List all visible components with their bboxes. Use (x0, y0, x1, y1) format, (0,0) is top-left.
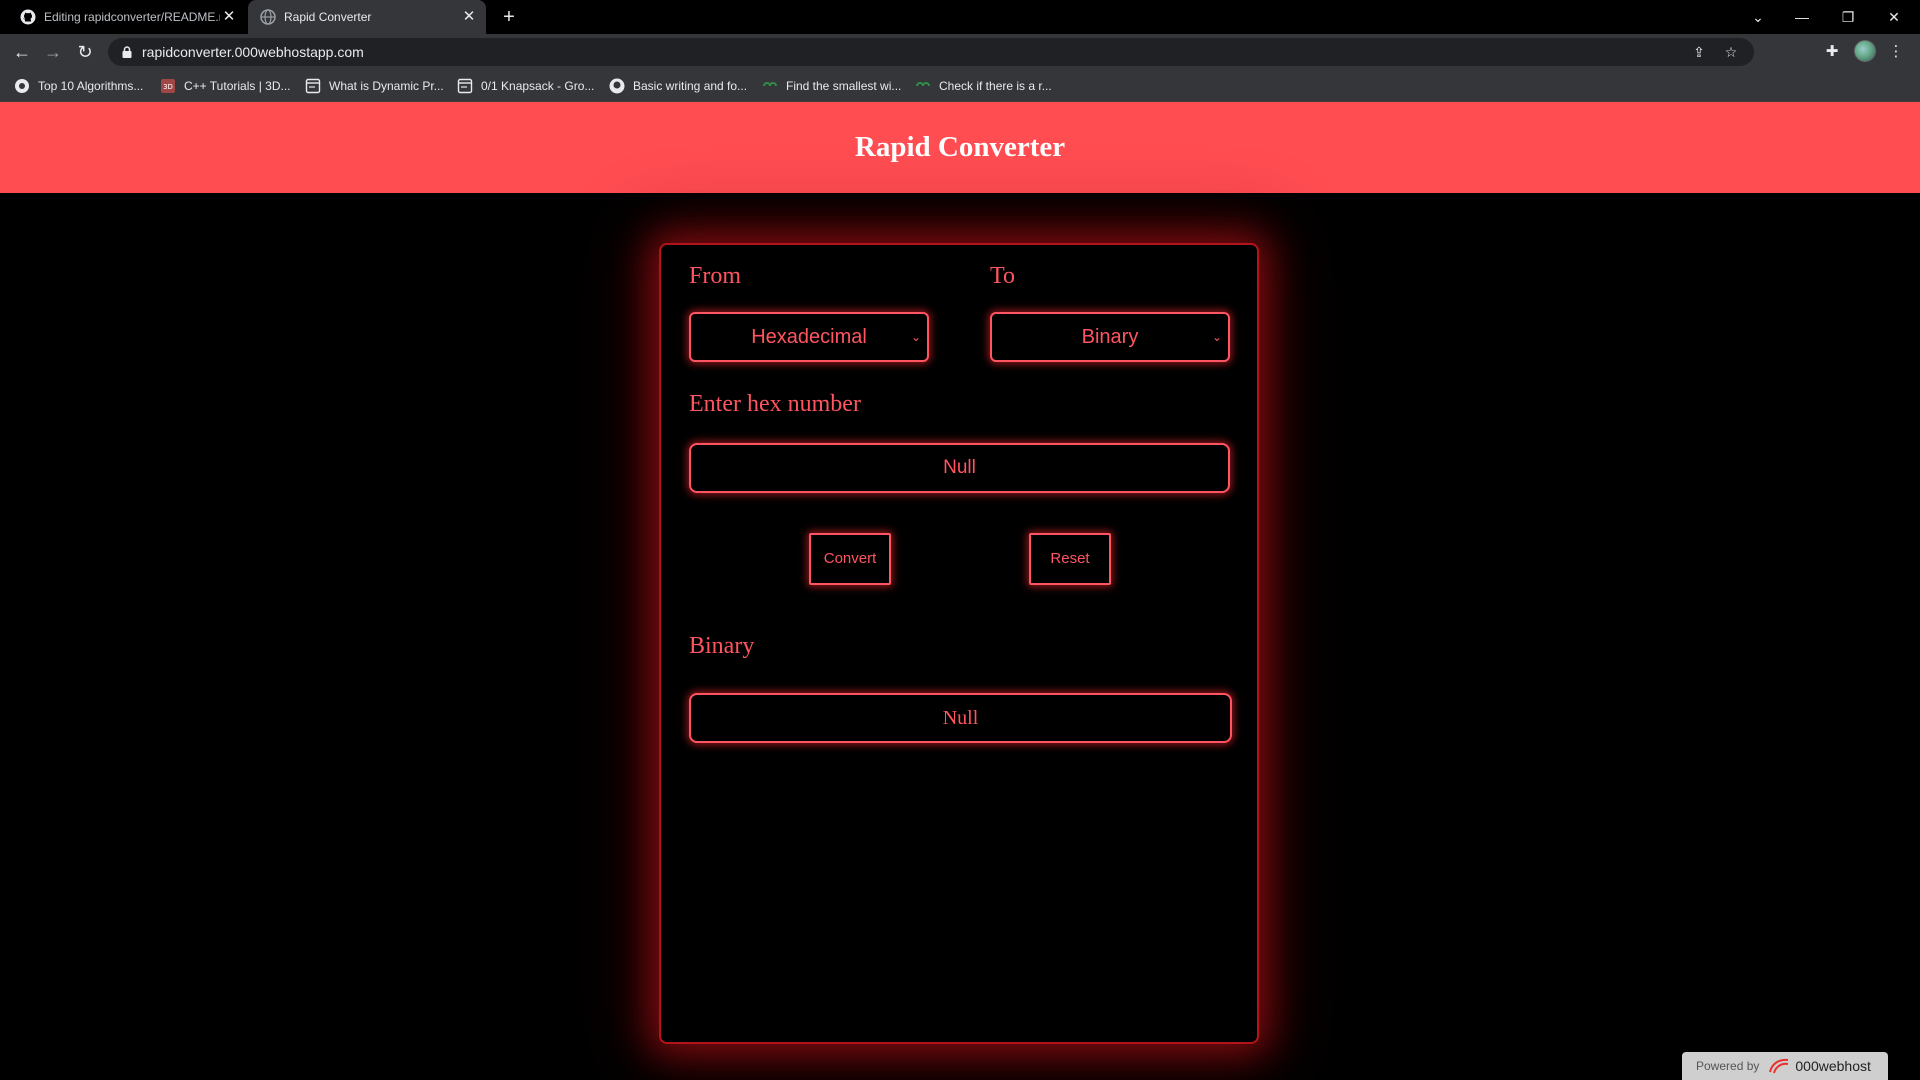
powered-by-badge[interactable]: Powered by 000webhost (1682, 1052, 1888, 1080)
profile-avatar[interactable] (1854, 40, 1876, 62)
url-text: rapidconverter.000webhostapp.com (142, 44, 364, 60)
powered-by-text: Powered by (1696, 1059, 1760, 1073)
chevron-down-icon: ⌄ (910, 330, 921, 344)
tab-github-readme[interactable]: Editing rapidconverter/README.md ✕ (8, 0, 246, 34)
hex-number-input[interactable]: Null (689, 443, 1230, 493)
bookmark-label: Check if there is a r... (939, 79, 1052, 93)
github-icon (609, 78, 625, 94)
tab-rapid-converter[interactable]: Rapid Converter ✕ (248, 0, 486, 34)
bookmark-label: Find the smallest wi... (786, 79, 902, 93)
browser-toolbar: ← → ↻ rapidconverter.000webhostapp.com ⇪… (0, 34, 1920, 70)
restore-icon[interactable]: ❐ (1828, 4, 1868, 30)
address-bar[interactable]: rapidconverter.000webhostapp.com ⇪ ☆ (108, 38, 1754, 66)
close-icon[interactable]: ✕ (460, 8, 478, 26)
extensions-puzzle-icon[interactable]: ✚ (1822, 42, 1842, 62)
tab-title: Editing rapidconverter/README.md (44, 10, 220, 24)
svg-text:3D: 3D (163, 83, 173, 91)
bookmark-label: What is Dynamic Pr... (329, 79, 444, 93)
bookmark-item[interactable]: 3D C++ Tutorials | 3D... (160, 77, 291, 95)
reload-icon[interactable]: ↻ (72, 39, 98, 65)
new-tab-plus-icon[interactable]: + (498, 6, 520, 28)
to-label: To (990, 263, 1015, 289)
converter-panel: From To Hexadecimal ⌄ Binary ⌄ Enter hex… (659, 243, 1259, 1044)
to-select-value: Binary (1081, 326, 1139, 348)
bookmark-label: Basic writing and fo... (633, 79, 748, 93)
from-select[interactable]: Hexadecimal ⌄ (689, 312, 929, 362)
globe-icon (260, 9, 276, 25)
bookmark-item[interactable]: Check if there is a r... (915, 77, 1052, 95)
back-arrow-icon[interactable]: ← (9, 39, 35, 65)
close-icon[interactable]: ✕ (220, 8, 238, 26)
page-icon (305, 78, 321, 94)
minimize-icon[interactable]: — (1782, 4, 1822, 30)
window-close-icon[interactable]: ✕ (1874, 4, 1914, 30)
geeksforgeeks-icon (916, 82, 930, 87)
star-icon[interactable]: ☆ (1722, 43, 1740, 61)
page-icon (457, 78, 473, 94)
bookmark-label: Top 10 Algorithms... (38, 79, 144, 93)
share-icon[interactable]: ⇪ (1690, 43, 1708, 61)
bookmarks-bar: Top 10 Algorithms... 3D C++ Tutorials | … (0, 70, 1920, 102)
forward-arrow-icon[interactable]: → (40, 39, 66, 65)
input-label: Enter hex number (689, 391, 861, 417)
bookmark-item[interactable]: 0/1 Knapsack - Gro... (457, 77, 594, 95)
binary-output-field: Null (689, 693, 1232, 743)
000webhost-logo-icon (1769, 1058, 1789, 1074)
output-value: Null (942, 707, 979, 729)
bookmark-item[interactable]: Find the smallest wi... (762, 77, 901, 95)
kebab-menu-icon[interactable]: ⋮ (1886, 42, 1906, 62)
bookmark-item[interactable]: What is Dynamic Pr... (305, 77, 444, 95)
tab-title: Rapid Converter (284, 10, 372, 24)
github-icon (20, 9, 36, 25)
bookmark-label: C++ Tutorials | 3D... (184, 79, 291, 93)
reset-button[interactable]: Reset (1029, 533, 1111, 585)
page-title: Rapid Converter (854, 131, 1066, 163)
globe-dark-icon (15, 79, 29, 93)
site-header: Rapid Converter (0, 102, 1920, 193)
lock-icon (122, 46, 132, 58)
output-label: Binary (689, 633, 755, 659)
geeksforgeeks-icon (763, 82, 777, 87)
bookmark-label: 0/1 Knapsack - Gro... (481, 79, 595, 93)
tab-search-chevron-icon[interactable]: ⌄ (1738, 4, 1778, 30)
cpp-tutorial-icon: 3D (161, 79, 175, 93)
from-select-value: Hexadecimal (751, 326, 867, 348)
to-select[interactable]: Binary ⌄ (990, 312, 1230, 362)
input-placeholder: Null (943, 457, 976, 478)
from-label: From (689, 263, 742, 289)
bookmark-item[interactable]: Basic writing and fo... (609, 77, 747, 95)
host-brand: 000webhost (1795, 1058, 1871, 1074)
bookmark-item[interactable]: Top 10 Algorithms... (14, 77, 143, 95)
tab-strip: Editing rapidconverter/README.md ✕ Rapid… (0, 0, 1920, 34)
convert-button[interactable]: Convert (809, 533, 891, 585)
chevron-down-icon: ⌄ (1211, 330, 1222, 344)
